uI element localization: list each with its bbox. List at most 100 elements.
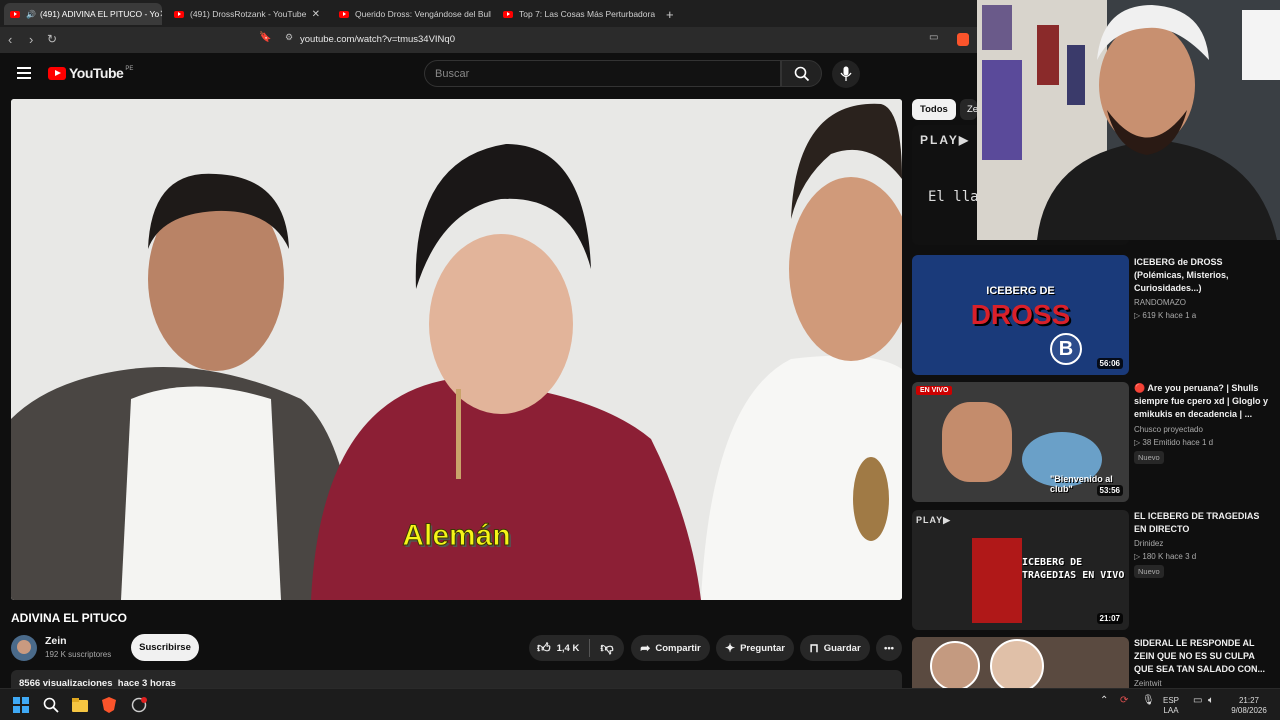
recommended-title[interactable]: 🔴 Are you peruana? | Shulls siempre fue … [1134,382,1274,421]
video-title: ADIVINA EL PITUCO [11,611,128,625]
brave-shield-icon[interactable] [957,33,969,46]
save-button[interactable]: ⊓ Guardar [800,635,870,661]
tab-title: Top 7: Las Cosas Más Perturbadoras [519,9,655,19]
recommended-thumbnail[interactable]: EN VIVO "Bienvenido al club" 53:56 [912,382,1129,502]
recommended-channel[interactable]: Zeintwit [1134,679,1162,688]
mic-tray-icon[interactable]: 🎙︎ [1142,696,1155,706]
youtube-favicon-icon [10,10,20,18]
menu-icon[interactable] [17,67,31,79]
dislike-icon[interactable]: 👎︎ [600,640,613,656]
clock[interactable]: 21:27 9/08/2026 [1226,696,1272,716]
browser-tab-bar: 🔊 (491) ADIVINA EL PITUCO - Yo ✕ (491) D… [0,0,977,27]
thumb-text: ICEBERG DE TRAGEDIAS EN VIVO [1022,557,1125,581]
network-icon[interactable]: ▭ [1193,696,1202,706]
reload-icon[interactable]: ↻ [47,32,57,46]
browser-nav-bar: ‹ › ↻ 🔖 ⚙ youtube.com/watch?v=tmus34VINq… [0,27,977,53]
video-caption: Alemán [402,519,511,553]
taskbar: ⌃ ⟳ 🎙︎ ESP LAA ▭ 🔈︎ 21:27 9/08/2026 [0,688,1280,720]
recommended-channel[interactable]: RANDOMAZO [1134,298,1186,307]
youtube-favicon-icon [503,10,513,18]
channel-name[interactable]: Zein [45,635,67,647]
voice-search-button[interactable] [832,60,860,88]
share-button[interactable]: ➦ Compartir [631,635,710,661]
bookmark-icon[interactable]: 🔖 [259,32,271,43]
share-icon: ➦ [640,641,651,655]
thumb-text-big: DROSS [970,299,1071,330]
recommended-channel[interactable]: Chusco proyectado [1134,425,1203,434]
divider [589,639,591,657]
search-icon[interactable] [43,697,59,713]
webcam-overlay [977,0,1280,240]
forward-icon[interactable]: › [29,32,33,47]
sync-icon[interactable]: ⟳ [1120,696,1128,706]
recommended-thumbnail[interactable]: ICEBERG DE DROSS B 56:06 [912,255,1129,375]
new-badge: Nuevo [1134,451,1164,464]
video-player[interactable]: Alemán [11,99,902,600]
tab-title: (491) ADIVINA EL PITUCO - Yo [39,9,160,19]
app-icon[interactable] [131,697,147,713]
video-duration: 53:56 [1096,485,1123,496]
more-actions-button[interactable]: ••• [876,635,902,661]
youtube-logo-icon [48,66,66,80]
recommended-meta: ▷ 38 Emitido hace 1 d [1134,438,1214,447]
channel-avatar[interactable] [11,635,37,661]
webcam-feed [977,0,1280,240]
search-button[interactable] [781,60,822,87]
tab-querido-dross[interactable]: Querido Dross: Vengándose del Bully [333,3,491,25]
recommended-thumbnail[interactable]: PLAY▶ ICEBERG DE TRAGEDIAS EN VIVO 21:07 [912,510,1129,630]
subscribe-button[interactable]: Suscribirse [131,634,199,661]
youtube-header: YouTube PE Buscar [0,53,910,93]
thumb-figure [972,538,1022,623]
brave-browser-icon[interactable] [101,697,117,713]
file-explorer-icon[interactable] [72,697,88,713]
youtube-favicon-icon [339,10,349,18]
tab-dross[interactable]: (491) DrossRotzank - YouTube ✕ [168,3,326,25]
microphone-icon [840,66,852,81]
thumb-text: ICEBERG DE [986,285,1055,297]
new-badge: Nuevo [1134,565,1164,578]
chip-zein[interactable]: Ze [960,99,977,120]
site-info-icon[interactable]: ⚙ [285,32,293,43]
thumb-face [990,639,1044,688]
recommended-channel[interactable]: Drinidez [1134,539,1163,548]
brand-badge: B [1050,333,1082,365]
new-tab-button[interactable]: + [660,3,680,25]
volume-icon[interactable]: 🔈︎ [1208,696,1214,706]
chip-todos[interactable]: Todos [912,99,956,120]
windows-start-icon[interactable] [13,697,29,713]
like-icon[interactable]: 👍︎ [537,640,551,656]
language-indicator[interactable]: ESP LAA [1163,696,1179,716]
like-dislike-group: 👍︎ 1,4 K 👎︎ [529,635,624,661]
search-input[interactable]: Buscar [424,60,781,87]
recommended-meta: ▷ 180 K hace 3 d [1134,552,1197,561]
ask-button[interactable]: ✦ Preguntar [716,635,794,661]
recommended-thumbnail[interactable] [912,637,1129,688]
close-tab-icon[interactable]: ✕ [312,9,320,20]
tab-top7[interactable]: Top 7: Las Cosas Más Perturbadoras [497,3,655,25]
thumb-text: El lla [928,189,979,205]
recommended-title[interactable]: ICEBERG de DROSS (Polémicas, Misterios, … [1134,256,1274,295]
play-logo: PLAY▶ [916,515,952,525]
thumb-face [942,402,1012,482]
youtube-logo[interactable]: YouTube PE [48,65,133,81]
recommended-title[interactable]: SIDERAL LE RESPONDE AL ZEIN QUE NO ES SU… [1134,637,1274,676]
back-icon[interactable]: ‹ [8,32,12,47]
tab-adivina[interactable]: 🔊 (491) ADIVINA EL PITUCO - Yo ✕ [4,3,162,25]
youtube-favicon-icon [174,10,184,18]
recommended-title[interactable]: EL ICEBERG DE TRAGEDIAS EN DIRECTO [1134,510,1274,536]
live-badge: EN VIVO [916,386,953,395]
logo-text: YouTube [69,65,124,81]
tray-chevron-icon[interactable]: ⌃ [1100,696,1108,706]
cast-icon[interactable]: ▭ [929,32,938,43]
description-box[interactable]: 8566 visualizaciones hace 3 horas [11,670,902,689]
sparkle-icon: ✦ [725,641,736,655]
tab-title: Querido Dross: Vengándose del Bully [355,9,491,19]
address-bar[interactable]: youtube.com/watch?v=tmus34VINq0 [300,34,455,45]
recommended-meta: ▷ 619 K hace 1 a [1134,311,1197,320]
more-icon: ••• [884,642,894,654]
close-tab-icon[interactable]: ✕ [159,9,162,20]
play-logo: PLAY▶ [920,133,971,147]
subscriber-count: 192 K suscriptores [45,650,112,659]
like-count[interactable]: 1,4 K [557,643,580,654]
bookmark-icon: ⊓ [809,641,819,655]
